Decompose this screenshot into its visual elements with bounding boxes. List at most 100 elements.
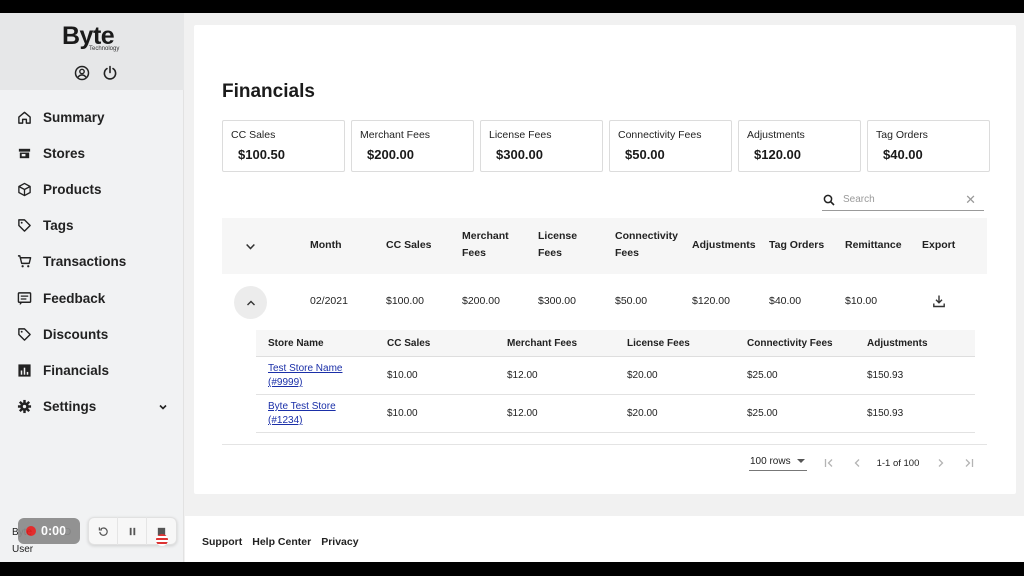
chat-icon bbox=[17, 291, 32, 306]
store-link[interactable]: Test Store Name (#9999) bbox=[268, 362, 342, 390]
chevron-down-icon[interactable] bbox=[158, 402, 168, 412]
sidebar-item-transactions[interactable]: Transactions bbox=[0, 244, 184, 280]
stat-value: $120.00 bbox=[754, 147, 801, 162]
last-page-icon[interactable] bbox=[963, 457, 975, 469]
col-cc-sales[interactable]: CC Sales bbox=[386, 237, 432, 254]
collapse-all-chevron-icon[interactable] bbox=[245, 241, 256, 252]
sub-col-merchant-fees: Merchant Fees bbox=[507, 338, 578, 349]
col-month[interactable]: Month bbox=[310, 237, 342, 254]
sidebar-item-label: Transactions bbox=[43, 254, 127, 270]
financials-table: Month CC Sales Merchant Fees License Fees … bbox=[222, 218, 987, 445]
home-icon bbox=[17, 110, 32, 125]
bar-chart-icon bbox=[17, 363, 32, 378]
pagination: 100 rows 1-1 of 100 bbox=[749, 452, 975, 474]
summary-cards: CC Sales $100.50 Merchant Fees $200.00 L… bbox=[222, 120, 990, 172]
stat-value: $200.00 bbox=[367, 147, 414, 162]
col-adjustments[interactable]: Adjustments bbox=[692, 237, 756, 254]
sub-table-row: Test Store Name (#9999) $10.00 $12.00 $20… bbox=[256, 357, 975, 395]
sidebar-item-discounts[interactable]: Discounts bbox=[0, 316, 184, 352]
logo-tagline: Technology bbox=[89, 46, 120, 52]
first-page-icon[interactable] bbox=[823, 457, 835, 469]
stat-card-tag-orders: Tag Orders $40.00 bbox=[867, 120, 990, 172]
sub-cell-connectivity-fees: $25.00 bbox=[747, 370, 778, 381]
screen-recorder-widget: 0:00 bbox=[18, 516, 177, 546]
main-content: Financials CC Sales $100.50 Merchant Fee… bbox=[194, 25, 1016, 494]
tag-icon bbox=[17, 218, 32, 233]
caret-down-icon bbox=[796, 459, 805, 463]
cube-icon bbox=[17, 182, 32, 197]
store-breakdown-table: Store Name CC Sales Merchant Fees Licens… bbox=[256, 330, 975, 433]
app-window: Byte Technology Summary Stores Products … bbox=[0, 13, 1024, 562]
search-icon bbox=[823, 194, 835, 206]
cell-connectivity-fees: $50.00 bbox=[615, 295, 648, 307]
stat-label: Adjustments bbox=[747, 129, 805, 141]
table-row[interactable]: 02/2021 $100.00 $200.00 $300.00 $50.00 $… bbox=[222, 274, 987, 444]
search-input[interactable] bbox=[843, 194, 953, 205]
col-remittance[interactable]: Remittance bbox=[845, 237, 902, 254]
privacy-link[interactable]: Privacy bbox=[321, 536, 358, 548]
sidebar-item-label: Summary bbox=[43, 109, 105, 125]
sidebar-item-stores[interactable]: Stores bbox=[0, 135, 184, 171]
search-bar: ✕ bbox=[822, 189, 984, 211]
store-icon bbox=[17, 146, 32, 161]
col-license-fees[interactable]: License Fees bbox=[538, 228, 577, 262]
stat-label: Connectivity Fees bbox=[618, 129, 702, 141]
cell-adjustments: $120.00 bbox=[692, 295, 730, 307]
recording-timer: 0:00 bbox=[18, 518, 80, 544]
next-page-icon[interactable] bbox=[935, 457, 947, 469]
power-icon[interactable] bbox=[102, 65, 118, 81]
sub-cell-cc-sales: $10.00 bbox=[387, 408, 418, 419]
pause-icon[interactable] bbox=[118, 517, 147, 545]
record-indicator-icon bbox=[26, 526, 36, 536]
prev-page-icon[interactable] bbox=[851, 457, 863, 469]
table-divider bbox=[222, 444, 987, 445]
sub-col-connectivity-fees: Connectivity Fees bbox=[747, 338, 833, 349]
sub-cell-merchant-fees: $12.00 bbox=[507, 370, 538, 381]
sub-table-header: Store Name CC Sales Merchant Fees Licens… bbox=[256, 330, 975, 357]
cell-cc-sales: $100.00 bbox=[386, 295, 424, 307]
rows-per-page-select[interactable]: 100 rows bbox=[749, 456, 807, 471]
stat-label: Tag Orders bbox=[876, 129, 928, 141]
sidebar-item-feedback[interactable]: Feedback bbox=[0, 280, 184, 316]
stat-value: $40.00 bbox=[883, 147, 923, 162]
sub-col-adjustments: Adjustments bbox=[867, 338, 928, 349]
gear-icon bbox=[17, 399, 32, 414]
sidebar-item-label: Financials bbox=[43, 362, 110, 378]
stat-value: $100.50 bbox=[238, 147, 285, 162]
sub-cell-license-fees: $20.00 bbox=[627, 408, 658, 419]
sidebar-item-financials[interactable]: Financials bbox=[0, 352, 184, 388]
restart-icon[interactable] bbox=[89, 517, 118, 545]
account-icon[interactable] bbox=[74, 65, 90, 81]
sub-cell-adjustments: $150.93 bbox=[867, 408, 904, 419]
discount-tag-icon bbox=[17, 327, 32, 342]
recording-time: 0:00 bbox=[41, 524, 67, 538]
download-icon[interactable] bbox=[932, 294, 946, 311]
cell-month: 02/2021 bbox=[310, 295, 348, 307]
col-merchant-fees[interactable]: Merchant Fees bbox=[462, 228, 509, 262]
clear-search-icon[interactable]: ✕ bbox=[965, 192, 976, 208]
sub-col-store-name: Store Name bbox=[268, 338, 324, 349]
sub-table-row: Byte Test Store (#1234) $10.00 $12.00 $20… bbox=[256, 395, 975, 433]
sub-col-license-fees: License Fees bbox=[627, 338, 690, 349]
col-export: Export bbox=[922, 239, 956, 251]
help-center-link[interactable]: Help Center bbox=[252, 536, 311, 548]
support-link[interactable]: Support bbox=[202, 536, 242, 548]
col-connectivity-fees[interactable]: Connectivity Fees bbox=[615, 228, 678, 262]
sidebar-item-products[interactable]: Products bbox=[0, 171, 184, 207]
stat-label: Merchant Fees bbox=[360, 129, 431, 141]
sidebar-item-settings[interactable]: Settings bbox=[0, 389, 184, 425]
sidebar-item-label: Tags bbox=[43, 218, 74, 234]
collapse-row-button[interactable] bbox=[234, 286, 267, 319]
col-tag-orders[interactable]: Tag Orders bbox=[769, 237, 824, 254]
stat-value: $50.00 bbox=[625, 147, 665, 162]
sidebar-nav: Summary Stores Products Tags Transaction… bbox=[0, 99, 184, 425]
cell-tag-orders: $40.00 bbox=[769, 295, 802, 307]
sidebar-item-tags[interactable]: Tags bbox=[0, 208, 184, 244]
sub-col-cc-sales: CC Sales bbox=[387, 338, 431, 349]
brand-header: Byte Technology bbox=[0, 13, 184, 90]
store-link[interactable]: Byte Test Store (#1234) bbox=[268, 400, 336, 428]
sidebar-item-label: Products bbox=[43, 181, 102, 197]
stat-label: CC Sales bbox=[231, 129, 276, 141]
sub-cell-merchant-fees: $12.00 bbox=[507, 408, 538, 419]
sidebar-item-summary[interactable]: Summary bbox=[0, 99, 184, 135]
